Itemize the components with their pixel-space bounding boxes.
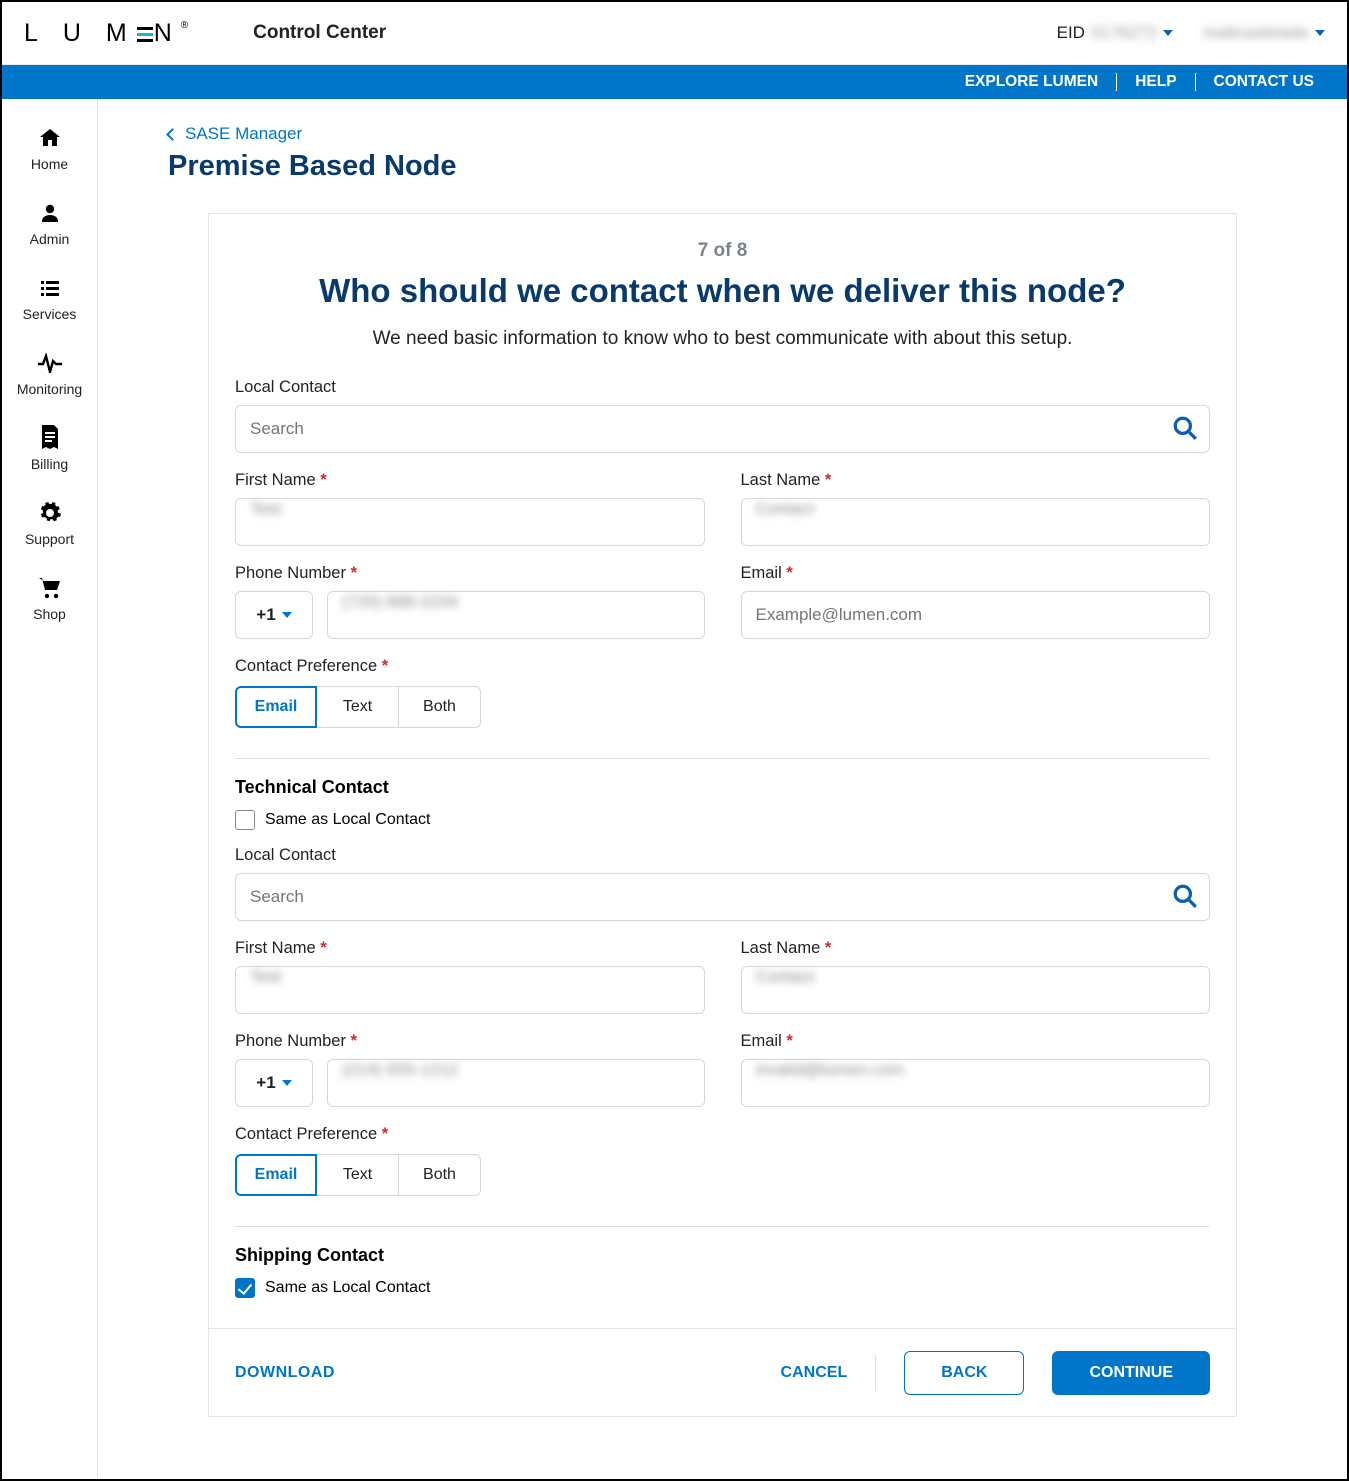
sidebar-item-label: Services bbox=[23, 306, 77, 322]
tech-pref-email-button[interactable]: Email bbox=[235, 1154, 317, 1196]
page-title: Premise Based Node bbox=[168, 150, 1277, 183]
email-input[interactable] bbox=[741, 591, 1211, 639]
chevron-down-icon bbox=[1315, 30, 1325, 36]
eid-label: EID bbox=[1057, 23, 1085, 43]
wizard-footer: DOWNLOAD CANCEL BACK CONTINUE bbox=[209, 1328, 1236, 1416]
search-icon bbox=[1172, 883, 1198, 909]
tech-last-name-input[interactable]: Contact bbox=[741, 966, 1211, 1014]
shipping-contact-title: Shipping Contact bbox=[235, 1245, 1210, 1266]
pref-text-button[interactable]: Text bbox=[317, 686, 399, 728]
step-indicator: 7 of 8 bbox=[209, 240, 1236, 262]
tech-email-label: Email bbox=[741, 1032, 1211, 1051]
section-divider bbox=[235, 758, 1210, 759]
list-icon bbox=[37, 275, 63, 301]
last-name-label: Last Name bbox=[741, 471, 1211, 490]
continue-button[interactable]: CONTINUE bbox=[1052, 1351, 1210, 1395]
sidebar-item-label: Shop bbox=[33, 606, 66, 622]
tech-local-contact-label: Local Contact bbox=[235, 846, 1210, 865]
shipping-same-checkbox-row: Same as Local Contact bbox=[235, 1278, 1210, 1298]
technical-contact-title: Technical Contact bbox=[235, 777, 1210, 798]
sidebar-item-monitoring[interactable]: Monitoring bbox=[2, 338, 98, 407]
shipping-same-checkbox[interactable] bbox=[235, 1278, 255, 1298]
eid-value: 0176272 bbox=[1091, 23, 1157, 43]
local-contact-label: Local Contact bbox=[235, 378, 1210, 397]
last-name-input[interactable]: Contact bbox=[741, 498, 1211, 546]
local-contact-search-input[interactable] bbox=[235, 405, 1210, 453]
sidebar-item-billing[interactable]: Billing bbox=[2, 413, 98, 482]
sidebar: Home Admin Services Monitoring bbox=[2, 99, 98, 1479]
wizard-card: 7 of 8 Who should we contact when we del… bbox=[208, 213, 1237, 1417]
breadcrumb-back[interactable]: SASE Manager bbox=[168, 124, 302, 144]
chevron-down-icon bbox=[282, 1080, 292, 1086]
email-label: Email bbox=[741, 564, 1211, 583]
tech-contact-search-input[interactable] bbox=[235, 873, 1210, 921]
chevron-down-icon bbox=[1163, 30, 1173, 36]
lumen-logo: L U M N® bbox=[24, 19, 188, 48]
tech-phone-label: Phone Number bbox=[235, 1032, 705, 1051]
local-contact-search[interactable] bbox=[235, 405, 1210, 453]
tech-contact-pref-label: Contact Preference bbox=[235, 1125, 1210, 1144]
sidebar-item-admin[interactable]: Admin bbox=[2, 188, 98, 257]
back-button[interactable]: BACK bbox=[904, 1351, 1024, 1395]
search-icon bbox=[1172, 415, 1198, 441]
sidebar-item-label: Admin bbox=[30, 231, 70, 247]
tech-contact-pref-segmented: Email Text Both bbox=[235, 1154, 1210, 1196]
help-link[interactable]: HELP bbox=[1117, 73, 1194, 91]
sidebar-item-label: Monitoring bbox=[17, 381, 82, 397]
cancel-button[interactable]: CANCEL bbox=[781, 1364, 848, 1382]
contact-link[interactable]: CONTACT US bbox=[1196, 73, 1332, 91]
country-code-selector[interactable]: +1 bbox=[235, 591, 313, 639]
pref-email-button[interactable]: Email bbox=[235, 686, 317, 728]
gear-icon bbox=[37, 500, 63, 526]
breadcrumb-label: SASE Manager bbox=[185, 124, 302, 144]
tech-country-code-selector[interactable]: +1 bbox=[235, 1059, 313, 1107]
cart-icon bbox=[37, 575, 63, 601]
sidebar-item-services[interactable]: Services bbox=[2, 263, 98, 332]
app-title: Control Center bbox=[253, 22, 386, 44]
pulse-icon bbox=[37, 350, 63, 376]
chevron-left-icon bbox=[166, 128, 179, 141]
home-icon bbox=[37, 125, 63, 151]
tech-same-checkbox[interactable] bbox=[235, 810, 255, 830]
tech-phone-input[interactable]: (214) 555-1212 bbox=[327, 1059, 705, 1107]
wizard-heading: Who should we contact when we deliver th… bbox=[239, 272, 1206, 310]
phone-input[interactable]: (720) 888-2234 bbox=[327, 591, 705, 639]
tech-contact-search[interactable] bbox=[235, 873, 1210, 921]
utility-bar: EXPLORE LUMEN HELP CONTACT US bbox=[2, 65, 1347, 99]
top-header: L U M N® Control Center EID 0176272 matt… bbox=[2, 2, 1347, 65]
first-name-label: First Name bbox=[235, 471, 705, 490]
chevron-down-icon bbox=[282, 612, 292, 618]
username: mattcastelado bbox=[1203, 23, 1309, 43]
section-divider bbox=[235, 1226, 1210, 1227]
phone-label: Phone Number bbox=[235, 564, 705, 583]
contact-pref-label: Contact Preference bbox=[235, 657, 1210, 676]
invoice-icon bbox=[37, 425, 63, 451]
tech-email-input[interactable]: invalid@lumen.com bbox=[741, 1059, 1211, 1107]
divider bbox=[875, 1355, 876, 1391]
contact-pref-segmented: Email Text Both bbox=[235, 686, 1210, 728]
first-name-input[interactable]: Test bbox=[235, 498, 705, 546]
tech-first-name-label: First Name bbox=[235, 939, 705, 958]
eid-dropdown[interactable]: EID 0176272 bbox=[1057, 23, 1174, 43]
tech-last-name-label: Last Name bbox=[741, 939, 1211, 958]
sidebar-item-label: Home bbox=[31, 156, 68, 172]
tech-same-label: Same as Local Contact bbox=[265, 811, 430, 829]
logo-e-icon bbox=[137, 25, 153, 43]
tech-pref-text-button[interactable]: Text bbox=[317, 1154, 399, 1196]
wizard-intro: We need basic information to know who to… bbox=[209, 328, 1236, 350]
sidebar-item-label: Support bbox=[25, 531, 74, 547]
user-dropdown[interactable]: mattcastelado bbox=[1203, 23, 1325, 43]
shipping-same-label: Same as Local Contact bbox=[265, 1279, 430, 1297]
tech-pref-both-button[interactable]: Both bbox=[399, 1154, 481, 1196]
sidebar-item-label: Billing bbox=[31, 456, 68, 472]
sidebar-item-shop[interactable]: Shop bbox=[2, 563, 98, 632]
explore-link[interactable]: EXPLORE LUMEN bbox=[947, 73, 1116, 91]
tech-same-checkbox-row: Same as Local Contact bbox=[235, 810, 1210, 830]
user-icon bbox=[37, 200, 63, 226]
sidebar-item-support[interactable]: Support bbox=[2, 488, 98, 557]
tech-first-name-input[interactable]: Test bbox=[235, 966, 705, 1014]
download-button[interactable]: DOWNLOAD bbox=[235, 1364, 335, 1382]
sidebar-item-home[interactable]: Home bbox=[2, 113, 98, 182]
pref-both-button[interactable]: Both bbox=[399, 686, 481, 728]
